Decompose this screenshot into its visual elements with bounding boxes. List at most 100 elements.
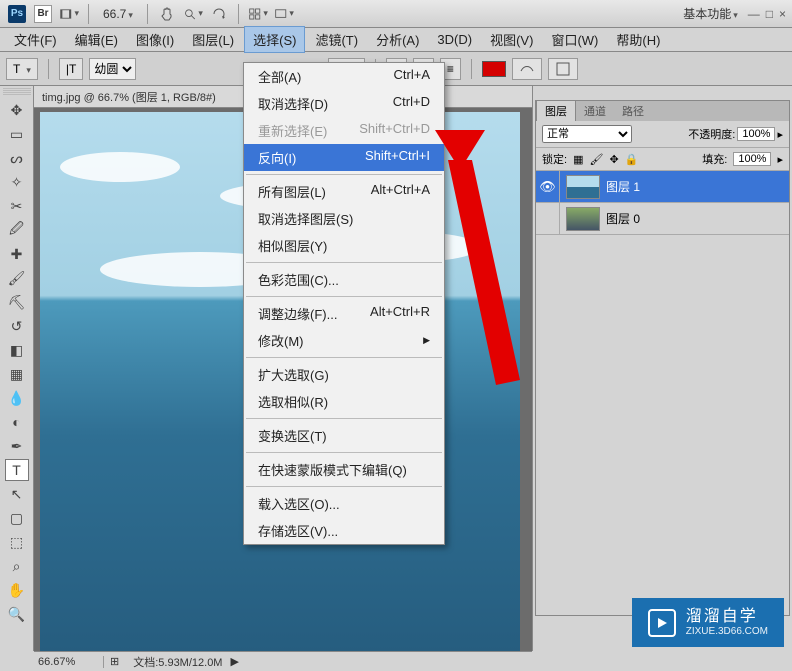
warp-text[interactable] bbox=[512, 58, 542, 80]
tab-channels[interactable]: 通道 bbox=[576, 101, 614, 121]
fill-label: 填充: bbox=[702, 151, 727, 167]
layer-row[interactable]: 👁 图层 1 bbox=[536, 171, 789, 203]
status-arrow-icon[interactable]: ▶ bbox=[230, 655, 238, 668]
menu-view[interactable]: 视图(V) bbox=[482, 27, 541, 52]
gradient-tool[interactable]: ▦ bbox=[5, 363, 29, 385]
shape-tool[interactable]: ▢ bbox=[5, 507, 29, 529]
blur-tool[interactable]: 💧 bbox=[5, 387, 29, 409]
bridge-logo[interactable]: Br bbox=[32, 4, 54, 24]
char-panel[interactable] bbox=[548, 58, 578, 80]
pen-tool[interactable]: ✒ bbox=[5, 435, 29, 457]
menu-edit[interactable]: 编辑(E) bbox=[67, 27, 126, 52]
heal-tool[interactable]: ✚ bbox=[5, 243, 29, 265]
menu-item[interactable]: 在快速蒙版模式下编辑(Q) bbox=[244, 456, 444, 483]
menu-item[interactable]: 所有图层(L)Alt+Ctrl+A bbox=[244, 178, 444, 205]
brush-tool[interactable]: 🖌 bbox=[5, 267, 29, 289]
menu-image[interactable]: 图像(I) bbox=[128, 27, 182, 52]
hand-tool[interactable]: ✋ bbox=[5, 579, 29, 601]
screen-mode-icon[interactable] bbox=[273, 4, 295, 24]
watermark-sub: ZIXUE.3D66.COM bbox=[686, 626, 768, 637]
3d-tool[interactable]: ⬚ bbox=[5, 531, 29, 553]
app-topbar: Ps Br 66.7 基本功能 — □ × bbox=[0, 0, 792, 28]
zoom-level[interactable]: 66.7 bbox=[97, 7, 139, 21]
tool-palette: ✥ ▭ ᔕ ✧ ✂ 🖉 ✚ 🖌 ⛏ ↺ ◧ ▦ 💧 ◐ ✒ T ↖ ▢ ⬚ ⌕ … bbox=[0, 86, 34, 651]
type-tool[interactable]: T bbox=[5, 459, 29, 481]
minimize-button[interactable]: — bbox=[748, 7, 760, 21]
menu-item[interactable]: 变换选区(T) bbox=[244, 422, 444, 449]
menu-item[interactable]: 修改(M) bbox=[244, 327, 444, 354]
path-tool[interactable]: ↖ bbox=[5, 483, 29, 505]
close-button[interactable]: × bbox=[779, 7, 786, 21]
wand-tool[interactable]: ✧ bbox=[5, 171, 29, 193]
stamp-tool[interactable]: ⛏ bbox=[5, 291, 29, 313]
menu-item[interactable]: 反向(I)Shift+Ctrl+I bbox=[244, 144, 444, 171]
crop-tool[interactable]: ✂ bbox=[5, 195, 29, 217]
menu-item[interactable]: 存储选区(V)... bbox=[244, 517, 444, 544]
visibility-toggle[interactable]: 👁 bbox=[536, 171, 560, 202]
menu-item[interactable]: 取消选择(D)Ctrl+D bbox=[244, 90, 444, 117]
status-bar: 66.67% ⊞ 文档:5.93M/12.0M ▶ bbox=[34, 651, 532, 671]
divider bbox=[147, 4, 148, 24]
lock-move-icon[interactable]: ✥ bbox=[609, 153, 618, 166]
opacity-value[interactable]: 100% bbox=[737, 127, 775, 141]
arrange-docs-icon[interactable] bbox=[247, 4, 269, 24]
palette-grip[interactable] bbox=[3, 88, 31, 96]
menu-layer[interactable]: 图层(L) bbox=[184, 27, 242, 52]
fill-value[interactable]: 100% bbox=[733, 152, 771, 166]
history-brush-tool[interactable]: ↺ bbox=[5, 315, 29, 337]
select-menu-dropdown: 全部(A)Ctrl+A取消选择(D)Ctrl+D重新选择(E)Shift+Ctr… bbox=[243, 62, 445, 545]
layer-thumbnail bbox=[566, 175, 600, 199]
ps-logo[interactable]: Ps bbox=[6, 4, 28, 24]
lock-transparency[interactable]: ▦ bbox=[573, 153, 583, 166]
menu-select[interactable]: 选择(S) bbox=[244, 26, 305, 53]
tool-preset[interactable]: T bbox=[6, 58, 38, 80]
eraser-tool[interactable]: ◧ bbox=[5, 339, 29, 361]
lock-brush-icon[interactable]: 🖌 bbox=[589, 153, 603, 166]
menu-item[interactable]: 取消选择图层(S) bbox=[244, 205, 444, 232]
menu-3d[interactable]: 3D(D) bbox=[429, 29, 480, 50]
menu-analysis[interactable]: 分析(A) bbox=[368, 27, 427, 52]
status-zoom[interactable]: 66.67% bbox=[34, 656, 104, 668]
layers-panel: 图层 通道 路径 正常 不透明度:100%▸ 锁定: ▦ 🖌 ✥ 🔒 填充: 1… bbox=[535, 100, 790, 616]
zoom-tool-icon[interactable] bbox=[182, 4, 204, 24]
maximize-button[interactable]: □ bbox=[766, 7, 773, 21]
menu-item[interactable]: 相似图层(Y) bbox=[244, 232, 444, 259]
zoom-tool[interactable]: 🔍 bbox=[5, 603, 29, 625]
menu-item[interactable]: 载入选区(O)... bbox=[244, 490, 444, 517]
menu-file[interactable]: 文件(F) bbox=[6, 27, 65, 52]
marquee-tool[interactable]: ▭ bbox=[5, 123, 29, 145]
dodge-tool[interactable]: ◐ bbox=[5, 411, 29, 433]
eyedropper-tool[interactable]: 🖉 bbox=[5, 219, 29, 241]
text-orientation[interactable]: |T bbox=[59, 58, 83, 80]
watermark-logo-icon bbox=[648, 609, 676, 637]
layer-list: 👁 图层 1 图层 0 bbox=[536, 171, 789, 615]
right-panels: 图层 通道 路径 正常 不透明度:100%▸ 锁定: ▦ 🖌 ✥ 🔒 填充: 1… bbox=[532, 86, 792, 651]
expand-icon[interactable]: ⊞ bbox=[104, 655, 125, 668]
font-family-select[interactable]: 幼圆 bbox=[89, 58, 136, 80]
text-color-swatch[interactable] bbox=[482, 61, 506, 77]
lock-all-icon[interactable]: 🔒 bbox=[625, 153, 639, 166]
lock-label: 锁定: bbox=[542, 151, 567, 167]
3d-camera-tool[interactable]: ⌕ bbox=[5, 555, 29, 577]
menu-item[interactable]: 扩大选取(G) bbox=[244, 361, 444, 388]
mini-bridge-dropdown[interactable] bbox=[58, 4, 80, 24]
menu-item[interactable]: 选取相似(R) bbox=[244, 388, 444, 415]
hand-tool-icon[interactable] bbox=[156, 4, 178, 24]
workspace-selector[interactable]: 基本功能 bbox=[677, 5, 744, 22]
move-tool[interactable]: ✥ bbox=[5, 99, 29, 121]
tab-paths[interactable]: 路径 bbox=[614, 101, 652, 121]
menu-filter[interactable]: 滤镜(T) bbox=[307, 27, 366, 52]
divider bbox=[88, 4, 89, 24]
layer-row[interactable]: 图层 0 bbox=[536, 203, 789, 235]
menu-help[interactable]: 帮助(H) bbox=[608, 27, 668, 52]
menu-item[interactable]: 色彩范围(C)... bbox=[244, 266, 444, 293]
layer-name: 图层 0 bbox=[606, 210, 640, 227]
tab-layers[interactable]: 图层 bbox=[536, 100, 576, 121]
menu-item[interactable]: 全部(A)Ctrl+A bbox=[244, 63, 444, 90]
menu-item[interactable]: 调整边缘(F)...Alt+Ctrl+R bbox=[244, 300, 444, 327]
rotate-view-icon[interactable] bbox=[208, 4, 230, 24]
lasso-tool[interactable]: ᔕ bbox=[5, 147, 29, 169]
visibility-toggle[interactable] bbox=[536, 203, 560, 234]
blend-mode-select[interactable]: 正常 bbox=[542, 125, 632, 143]
menu-window[interactable]: 窗口(W) bbox=[543, 27, 606, 52]
